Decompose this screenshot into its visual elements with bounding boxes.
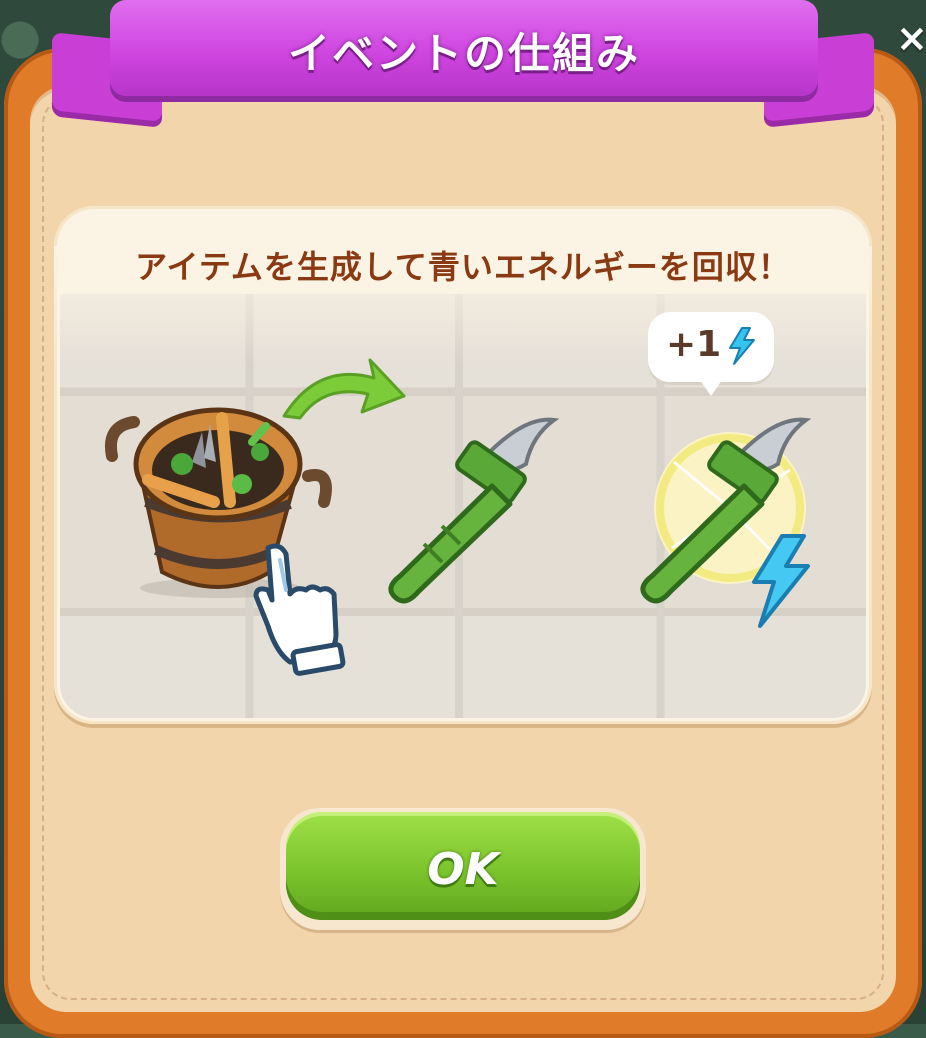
energy-bolt-icon (729, 327, 755, 365)
close-button[interactable]: × (896, 18, 926, 58)
sickle-icon (388, 417, 560, 604)
sickle-energy-icon (640, 417, 812, 628)
tutorial-card: アイテムを生成して青いエネルギーを回収！ +1 (54, 206, 872, 724)
ok-button-label: OK (427, 844, 499, 895)
title-ribbon: イベントの仕組み (110, 0, 818, 96)
ok-button-face: OK (286, 812, 640, 920)
reward-amount: +1 (666, 324, 722, 365)
reward-bubble: +1 (648, 312, 774, 396)
tap-hand-icon (253, 543, 346, 676)
dialog-title: イベントの仕組み (287, 29, 640, 78)
ok-button[interactable]: OK (280, 808, 646, 930)
tutorial-heading: アイテムを生成して青いエネルギーを回収！ (135, 248, 791, 286)
